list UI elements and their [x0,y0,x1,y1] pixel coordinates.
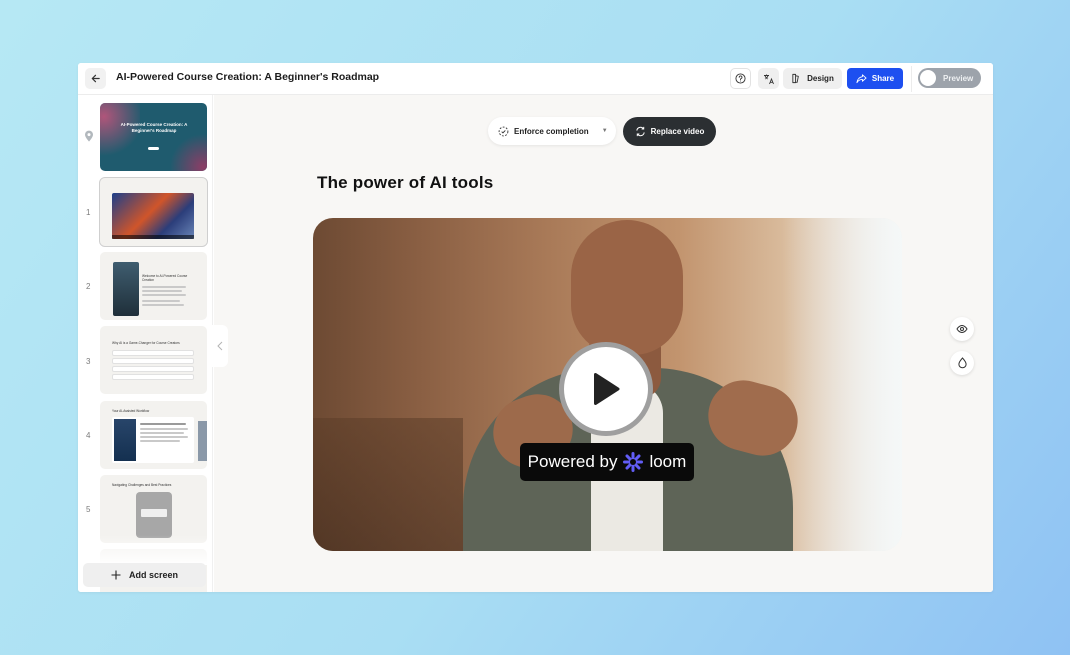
design-label: Design [807,74,834,83]
cover-thumbnail-title: AI-Powered Course Creation: A Beginner's… [120,122,188,133]
translate-icon [763,74,774,84]
slide-5-heading: Navigating Challenges and Best Practices [112,483,172,487]
slide-4-heading: Your AI-Assisted Workflow [112,409,150,413]
visibility-button[interactable] [950,317,974,341]
slide-canvas: Enforce completion ▼ Replace video The p… [212,95,993,592]
enforce-completion-label: Enforce completion [514,126,589,136]
video-thumbnail-preview [112,193,194,239]
plus-icon [111,570,121,580]
slide-thumbnail-5[interactable]: Navigating Challenges and Best Practices [100,475,207,543]
video-player[interactable]: Powered by loom [313,218,902,551]
video-thumbnail-controls [112,235,194,239]
slide-title[interactable]: The power of AI tools [317,173,493,193]
caret-down-icon: ▼ [601,128,608,134]
question-circle-icon [735,73,746,84]
slides-sidebar: AI-Powered Course Creation: A Beginner's… [78,95,213,592]
header-divider [911,66,912,92]
play-button[interactable] [559,342,653,436]
powered-by-loom-badge[interactable]: Powered by loom [520,443,694,481]
slide-thumbnail-1[interactable] [99,177,208,247]
preview-toggle[interactable]: Preview [918,68,981,88]
slide-thumbnail-cover[interactable]: AI-Powered Course Creation: A Beginner's… [100,103,207,171]
slide-2-image [113,262,139,316]
editor-window: AI-Powered Course Creation: A Beginner's… [78,63,993,592]
slide-thumbnail-2[interactable]: Welcome to AI-Powered Course Creation [100,252,207,320]
collapse-sidebar-button[interactable] [212,325,228,367]
design-button[interactable]: Design [783,68,842,89]
preview-label: Preview [943,73,974,83]
loom-brand-label: loom [649,452,687,471]
dashed-check-circle-icon [498,126,509,136]
slide-number: 2 [86,282,91,291]
back-button[interactable] [85,68,106,89]
slide-number: 3 [86,357,91,366]
replace-video-label: Replace video [650,127,705,136]
slide-thumbnail-3[interactable]: Why AI is a Game-Changer for Course Crea… [100,326,207,394]
color-style-button[interactable] [950,351,974,375]
share-button[interactable]: Share [847,68,903,89]
droplet-icon [957,357,967,369]
video-person-head [571,220,683,355]
slide-number: 4 [86,431,91,440]
top-bar: AI-Powered Course Creation: A Beginner's… [78,63,993,95]
help-button[interactable] [730,68,751,89]
slide-number: 1 [86,208,91,217]
share-arrow-icon [856,74,867,84]
translate-button[interactable] [758,68,779,89]
enforce-completion-dropdown[interactable]: Enforce completion ▼ [488,117,616,145]
slide-thumbnail-4[interactable]: Your AI-Assisted Workflow [100,401,207,469]
slide-4-image [114,419,136,461]
loom-logo-icon [623,452,644,472]
eye-icon [956,324,968,334]
chevron-left-icon [217,341,223,351]
slide-3-heading: Why AI is a Game-Changer for Course Crea… [112,341,180,345]
course-title: AI-Powered Course Creation: A Beginner's… [116,71,380,83]
slide-number: 5 [86,505,91,514]
sidebar-fade [78,535,212,565]
add-screen-label: Add screen [128,570,179,580]
add-screen-button[interactable]: Add screen [83,563,206,587]
preview-toggle-knob [920,70,936,86]
replace-video-button[interactable]: Replace video [623,117,716,146]
arrow-left-icon [91,74,100,83]
location-pin-icon [85,130,93,142]
replace-arrows-icon [635,126,645,137]
share-label: Share [871,74,895,83]
slide-2-heading: Welcome to AI-Powered Course Creation [142,274,188,282]
design-icon [792,73,799,84]
cover-thumbnail-button [148,147,159,150]
play-icon [593,372,620,406]
powered-by-label: Powered by [527,452,618,471]
